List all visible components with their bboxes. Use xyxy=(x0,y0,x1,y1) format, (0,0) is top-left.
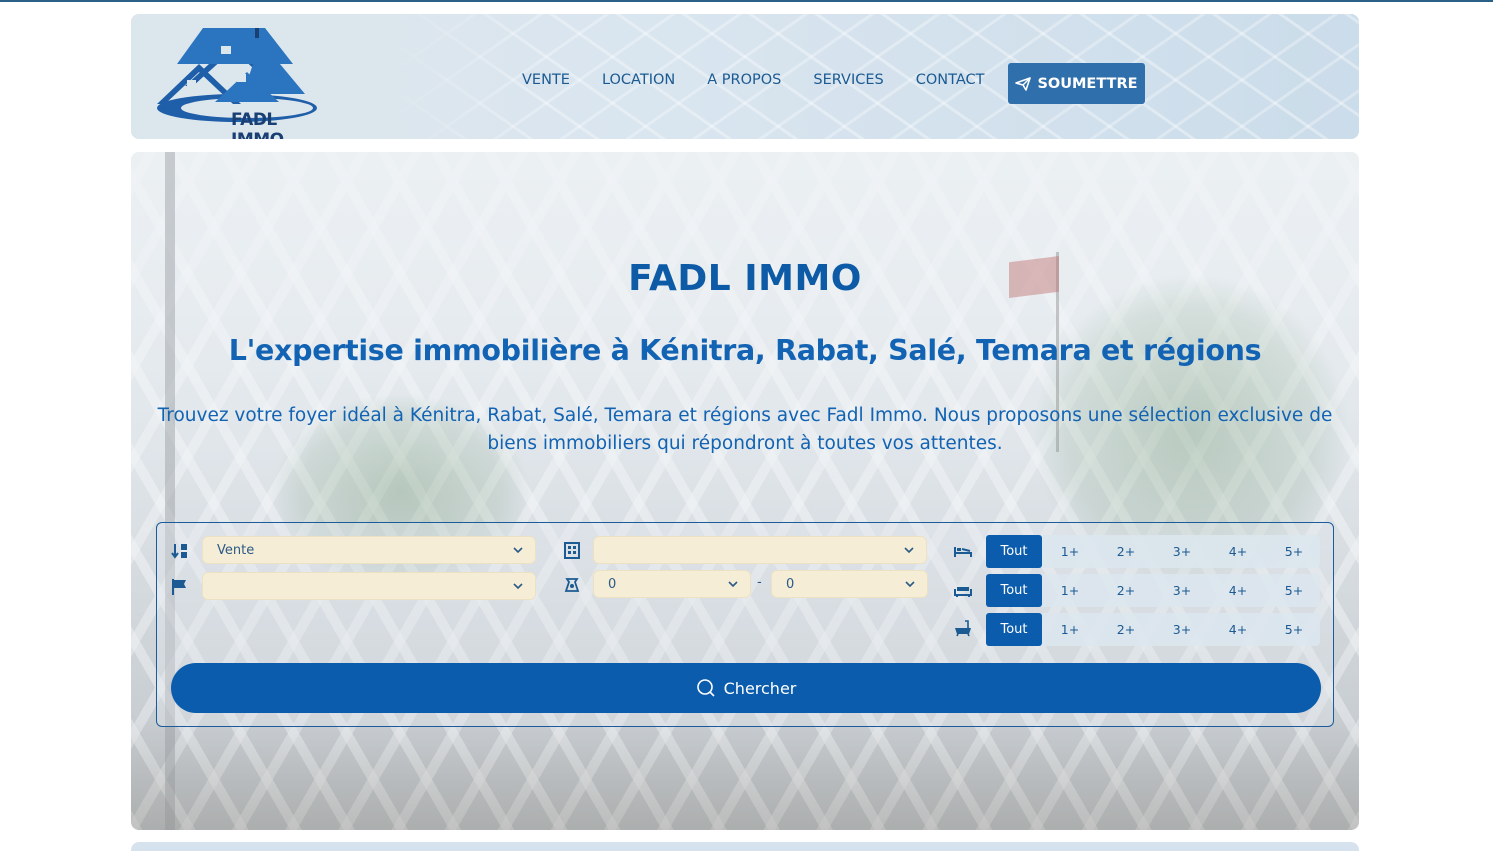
living-rooms-filter: Tout 1+ 2+ 3+ 4+ 5+ xyxy=(986,574,1320,607)
nav-vente[interactable]: VENTE xyxy=(522,72,570,88)
bathrooms-option-4[interactable]: 4+ xyxy=(1210,613,1266,646)
nav-contact[interactable]: CONTACT xyxy=(916,72,985,88)
property-search-form: Vente 0 - 0 Tout 1+ 2+ 3+ 4+ 5+ Tout 1+ … xyxy=(156,522,1334,727)
hero-section: FADL IMMO L'expertise immobilière à Kéni… xyxy=(131,152,1359,830)
nav-a-propos[interactable]: A PROPOS xyxy=(707,72,781,88)
price-min-select[interactable]: 0 xyxy=(593,570,751,598)
submit-label: SOUMETTRE xyxy=(1037,75,1138,92)
building-icon xyxy=(564,542,580,559)
chevron-down-icon xyxy=(904,547,914,554)
bedrooms-option-5[interactable]: 5+ xyxy=(1266,535,1322,568)
bedrooms-option-2[interactable]: 2+ xyxy=(1098,535,1154,568)
bathrooms-filter: Tout 1+ 2+ 3+ 4+ 5+ xyxy=(986,613,1320,646)
bathrooms-option-all[interactable]: Tout xyxy=(986,613,1042,646)
hero-description: Trouvez votre foyer idéal à Kénitra, Rab… xyxy=(157,405,1333,454)
property-type-select[interactable] xyxy=(593,536,927,564)
bed-icon xyxy=(954,547,972,557)
living-rooms-option-5[interactable]: 5+ xyxy=(1266,574,1322,607)
city-icon xyxy=(172,579,186,595)
price-icon xyxy=(564,578,580,592)
site-header: FADL IMMO VENTE LOCATION A PROPOS SERVIC… xyxy=(131,14,1359,139)
nav-location[interactable]: LOCATION xyxy=(602,72,675,88)
bedrooms-option-1[interactable]: 1+ xyxy=(1042,535,1098,568)
living-rooms-option-3[interactable]: 3+ xyxy=(1154,574,1210,607)
bedrooms-option-all[interactable]: Tout xyxy=(986,535,1042,568)
living-rooms-option-2[interactable]: 2+ xyxy=(1098,574,1154,607)
transaction-select[interactable]: Vente xyxy=(202,536,536,564)
bathrooms-option-3[interactable]: 3+ xyxy=(1154,613,1210,646)
paper-plane-icon xyxy=(1015,76,1032,91)
submit-property-button[interactable]: SOUMETTRE xyxy=(1008,63,1145,104)
price-min-value: 0 xyxy=(608,577,617,592)
living-rooms-option-4[interactable]: 4+ xyxy=(1210,574,1266,607)
bedrooms-option-3[interactable]: 3+ xyxy=(1154,535,1210,568)
main-nav: VENTE LOCATION A PROPOS SERVICES CONTACT xyxy=(522,72,1016,88)
bathrooms-option-1[interactable]: 1+ xyxy=(1042,613,1098,646)
hero-subtitle: L'expertise immobilière à Kénitra, Rabat… xyxy=(228,334,1262,367)
chevron-down-icon xyxy=(728,581,738,588)
bathrooms-option-5[interactable]: 5+ xyxy=(1266,613,1322,646)
bath-icon xyxy=(955,620,971,637)
brand-logo[interactable]: FADL IMMO xyxy=(155,24,320,139)
bedrooms-option-4[interactable]: 4+ xyxy=(1210,535,1266,568)
search-icon xyxy=(696,679,715,697)
top-rule xyxy=(0,0,1493,2)
chevron-down-icon xyxy=(513,583,523,590)
city-select[interactable] xyxy=(202,572,536,600)
bedrooms-filter: Tout 1+ 2+ 3+ 4+ 5+ xyxy=(986,535,1320,568)
hero-title: FADL IMMO xyxy=(628,258,862,299)
next-section-edge xyxy=(131,842,1359,851)
price-max-value: 0 xyxy=(786,577,795,592)
chevron-down-icon xyxy=(905,581,915,588)
sofa-icon xyxy=(954,587,972,597)
price-separator: - xyxy=(757,575,762,590)
price-max-select[interactable]: 0 xyxy=(771,570,928,598)
search-button-label: Chercher xyxy=(723,678,797,698)
nav-services[interactable]: SERVICES xyxy=(813,72,883,88)
transaction-icon xyxy=(171,544,187,559)
chevron-down-icon xyxy=(513,547,523,554)
living-rooms-option-all[interactable]: Tout xyxy=(986,574,1042,607)
bathrooms-option-2[interactable]: 2+ xyxy=(1098,613,1154,646)
search-button[interactable]: Chercher xyxy=(171,663,1321,713)
background-crowd xyxy=(131,720,1359,830)
transaction-value: Vente xyxy=(217,543,255,558)
living-rooms-option-1[interactable]: 1+ xyxy=(1042,574,1098,607)
logo-text: FADL IMMO xyxy=(231,110,284,139)
